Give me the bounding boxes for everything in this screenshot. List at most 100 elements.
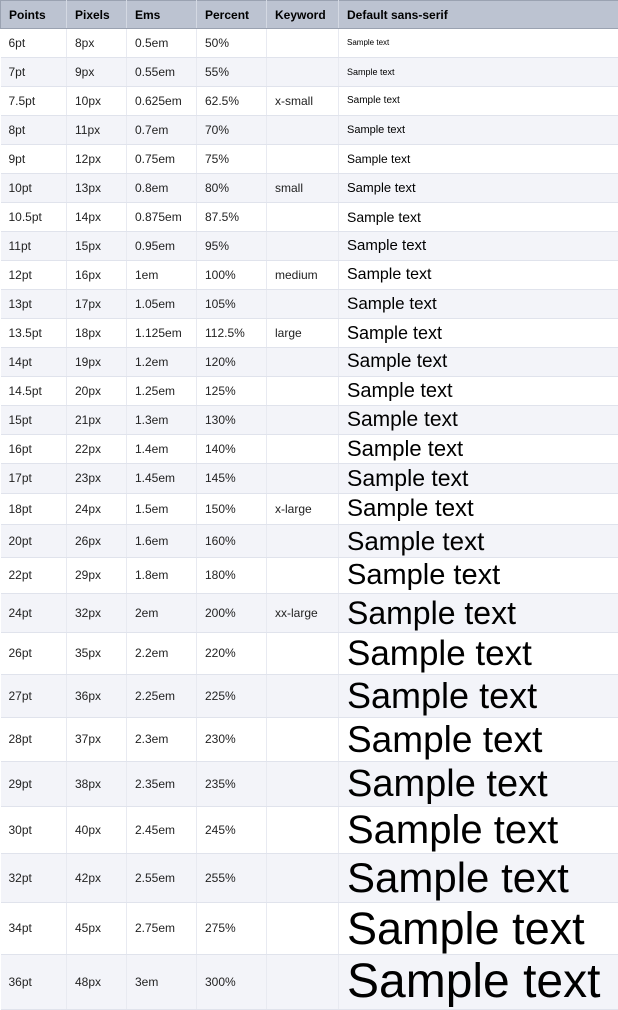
cell-points: 16pt	[1, 435, 67, 464]
cell-pixels: 19px	[67, 348, 127, 377]
cell-pixels: 24px	[67, 494, 127, 525]
cell-keyword	[267, 955, 339, 1010]
table-row: 20pt26px1.6em160%Sample text	[1, 525, 618, 558]
cell-points: 18pt	[1, 494, 67, 525]
cell-percent: 220%	[197, 633, 267, 675]
cell-ems: 2em	[127, 594, 197, 633]
table-body: 6pt8px0.5em50%Sample text7pt9px0.55em55%…	[1, 29, 618, 1010]
cell-sample: Sample text	[339, 348, 618, 377]
table-row: 10.5pt14px0.875em87.5%Sample text	[1, 203, 618, 232]
cell-ems: 1.5em	[127, 494, 197, 525]
cell-keyword	[267, 633, 339, 675]
cell-percent: 140%	[197, 435, 267, 464]
table-row: 7.5pt10px0.625em62.5%x-smallSample text	[1, 87, 618, 116]
cell-keyword	[267, 29, 339, 58]
cell-sample: Sample text	[339, 290, 618, 319]
cell-sample: Sample text	[339, 594, 618, 633]
cell-ems: 0.75em	[127, 145, 197, 174]
cell-keyword	[267, 435, 339, 464]
cell-percent: 80%	[197, 174, 267, 203]
cell-ems: 1.25em	[127, 377, 197, 406]
cell-points: 27pt	[1, 675, 67, 718]
table-row: 17pt23px1.45em145%Sample text	[1, 464, 618, 494]
cell-sample: Sample text	[339, 58, 618, 87]
cell-ems: 0.5em	[127, 29, 197, 58]
cell-keyword	[267, 377, 339, 406]
cell-points: 13.5pt	[1, 319, 67, 348]
cell-sample: Sample text	[339, 319, 618, 348]
cell-points: 36pt	[1, 955, 67, 1010]
cell-points: 10.5pt	[1, 203, 67, 232]
cell-sample: Sample text	[339, 406, 618, 435]
cell-ems: 2.2em	[127, 633, 197, 675]
cell-ems: 0.55em	[127, 58, 197, 87]
cell-sample: Sample text	[339, 633, 618, 675]
cell-keyword	[267, 558, 339, 594]
cell-pixels: 26px	[67, 525, 127, 558]
cell-keyword	[267, 762, 339, 807]
cell-ems: 1.125em	[127, 319, 197, 348]
cell-points: 12pt	[1, 261, 67, 290]
cell-ems: 0.625em	[127, 87, 197, 116]
cell-keyword: large	[267, 319, 339, 348]
cell-sample: Sample text	[339, 29, 618, 58]
cell-points: 22pt	[1, 558, 67, 594]
table-row: 32pt42px2.55em255%Sample text	[1, 854, 618, 903]
cell-points: 34pt	[1, 903, 67, 955]
cell-percent: 230%	[197, 718, 267, 762]
cell-pixels: 21px	[67, 406, 127, 435]
cell-ems: 1.6em	[127, 525, 197, 558]
cell-keyword	[267, 525, 339, 558]
cell-ems: 1em	[127, 261, 197, 290]
table-row: 34pt45px2.75em275%Sample text	[1, 903, 618, 955]
cell-points: 14pt	[1, 348, 67, 377]
cell-keyword: small	[267, 174, 339, 203]
cell-percent: 130%	[197, 406, 267, 435]
table-row: 14pt19px1.2em120%Sample text	[1, 348, 618, 377]
cell-percent: 300%	[197, 955, 267, 1010]
cell-pixels: 17px	[67, 290, 127, 319]
cell-keyword: x-large	[267, 494, 339, 525]
cell-percent: 145%	[197, 464, 267, 494]
cell-percent: 50%	[197, 29, 267, 58]
cell-pixels: 40px	[67, 807, 127, 854]
cell-sample: Sample text	[339, 525, 618, 558]
cell-sample: Sample text	[339, 174, 618, 203]
cell-points: 28pt	[1, 718, 67, 762]
cell-pixels: 16px	[67, 261, 127, 290]
cell-sample: Sample text	[339, 854, 618, 903]
cell-keyword	[267, 116, 339, 145]
cell-keyword	[267, 854, 339, 903]
cell-sample: Sample text	[339, 261, 618, 290]
cell-ems: 2.55em	[127, 854, 197, 903]
cell-points: 30pt	[1, 807, 67, 854]
cell-sample: Sample text	[339, 807, 618, 854]
cell-pixels: 8px	[67, 29, 127, 58]
cell-points: 10pt	[1, 174, 67, 203]
font-size-conversion-table: Points Pixels Ems Percent Keyword Defaul…	[0, 0, 618, 1010]
table-header-row: Points Pixels Ems Percent Keyword Defaul…	[1, 1, 618, 29]
table-row: 11pt15px0.95em95%Sample text	[1, 232, 618, 261]
table-row: 9pt12px0.75em75%Sample text	[1, 145, 618, 174]
cell-ems: 1.2em	[127, 348, 197, 377]
table-row: 10pt13px0.8em80%smallSample text	[1, 174, 618, 203]
cell-points: 14.5pt	[1, 377, 67, 406]
cell-ems: 2.35em	[127, 762, 197, 807]
cell-percent: 150%	[197, 494, 267, 525]
cell-points: 32pt	[1, 854, 67, 903]
table-row: 13.5pt18px1.125em112.5%largeSample text	[1, 319, 618, 348]
cell-ems: 0.875em	[127, 203, 197, 232]
cell-sample: Sample text	[339, 203, 618, 232]
cell-sample: Sample text	[339, 377, 618, 406]
cell-percent: 255%	[197, 854, 267, 903]
cell-points: 26pt	[1, 633, 67, 675]
cell-sample: Sample text	[339, 903, 618, 955]
cell-percent: 245%	[197, 807, 267, 854]
cell-percent: 62.5%	[197, 87, 267, 116]
cell-keyword: medium	[267, 261, 339, 290]
cell-points: 13pt	[1, 290, 67, 319]
table-row: 29pt38px2.35em235%Sample text	[1, 762, 618, 807]
cell-pixels: 22px	[67, 435, 127, 464]
cell-percent: 70%	[197, 116, 267, 145]
cell-ems: 1.8em	[127, 558, 197, 594]
